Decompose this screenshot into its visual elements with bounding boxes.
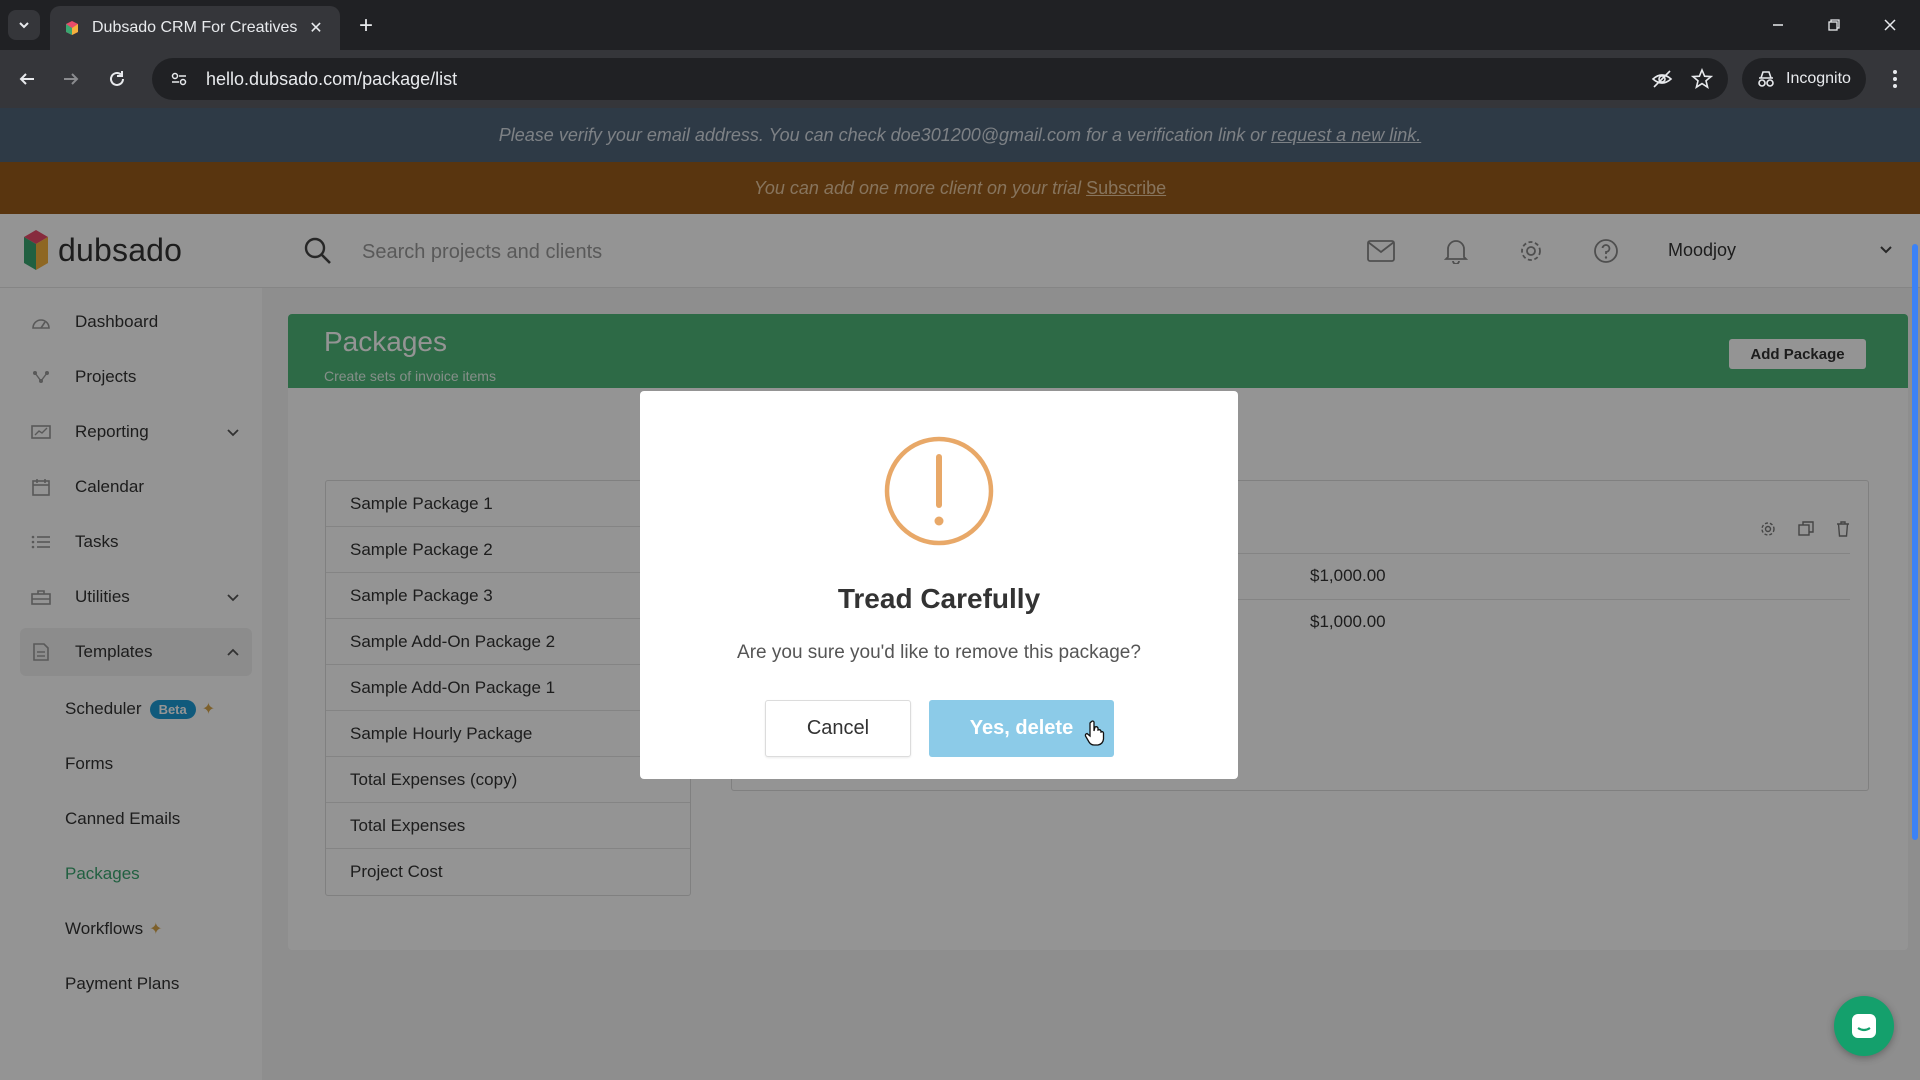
warning-icon bbox=[884, 436, 994, 546]
arrow-left-icon bbox=[19, 73, 34, 85]
arrow-right-icon bbox=[64, 73, 79, 85]
more-vertical-icon bbox=[1893, 70, 1897, 88]
new-tab-button[interactable]: + bbox=[352, 12, 380, 40]
site-settings-icon[interactable] bbox=[166, 66, 192, 92]
restore-icon bbox=[1828, 19, 1840, 31]
minimize-icon bbox=[1773, 24, 1783, 26]
incognito-indicator[interactable]: Incognito bbox=[1742, 58, 1866, 100]
eye-off-icon[interactable] bbox=[1642, 59, 1682, 99]
reload-icon bbox=[110, 71, 124, 86]
browser-menu-button[interactable] bbox=[1880, 64, 1910, 94]
minimize-button[interactable] bbox=[1758, 10, 1798, 40]
forward-button[interactable] bbox=[56, 64, 86, 94]
tab-search-button[interactable] bbox=[8, 10, 40, 40]
browser-tab[interactable]: Dubsado CRM For Creatives ✕ bbox=[50, 6, 340, 50]
url-text: hello.dubsado.com/package/list bbox=[206, 68, 458, 89]
tab-title: Dubsado CRM For Creatives bbox=[92, 19, 298, 36]
browser-toolbar: hello.dubsado.com/package/list Incognito bbox=[0, 50, 1920, 108]
reload-button[interactable] bbox=[102, 64, 132, 94]
chat-launcher-button[interactable] bbox=[1834, 996, 1894, 1056]
chevron-down-icon bbox=[19, 22, 29, 29]
scrollbar-thumb[interactable] bbox=[1912, 244, 1918, 840]
star-icon[interactable] bbox=[1682, 59, 1722, 99]
browser-tab-bar: Dubsado CRM For Creatives ✕ + bbox=[0, 0, 1920, 50]
cancel-button[interactable]: Cancel bbox=[765, 700, 911, 757]
restore-button[interactable] bbox=[1814, 10, 1854, 40]
incognito-label: Incognito bbox=[1786, 70, 1851, 87]
chat-icon bbox=[1852, 1014, 1876, 1038]
address-bar[interactable]: hello.dubsado.com/package/list bbox=[152, 58, 1728, 100]
dialog-message: Are you sure you'd like to remove this p… bbox=[737, 642, 1141, 663]
dubsado-favicon-icon bbox=[64, 20, 80, 36]
back-button[interactable] bbox=[12, 64, 42, 94]
close-window-button[interactable] bbox=[1870, 10, 1910, 40]
incognito-icon bbox=[1758, 71, 1774, 87]
close-tab-icon[interactable]: ✕ bbox=[306, 18, 326, 38]
confirm-delete-dialog: Tread Carefully Are you sure you'd like … bbox=[640, 391, 1238, 779]
hand-cursor-icon bbox=[1084, 720, 1105, 746]
close-icon bbox=[1884, 19, 1896, 31]
dialog-title: Tread Carefully bbox=[837, 583, 1041, 614]
